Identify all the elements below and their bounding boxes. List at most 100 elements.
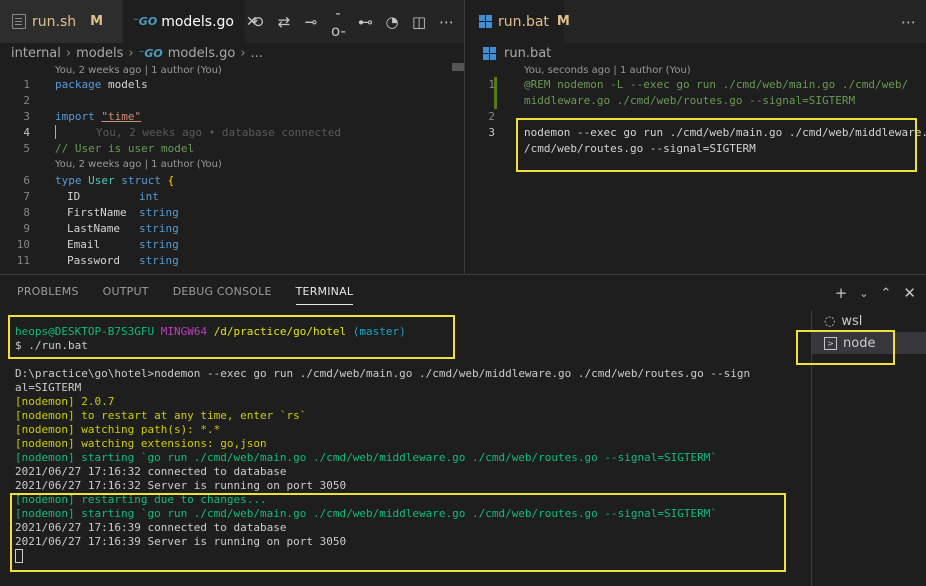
line-number: 11 bbox=[16, 254, 30, 267]
right-editor-group: run.bat M ⋯ run.bat You, seconds ago | 1… bbox=[465, 0, 926, 274]
struct-field-type: string bbox=[139, 254, 179, 267]
tab-debug-console[interactable]: DEBUG CONSOLE bbox=[173, 285, 272, 305]
linux-icon: ◌ bbox=[824, 313, 836, 329]
more-actions-icon[interactable]: ⋯ bbox=[901, 13, 916, 31]
bottom-panel: PROBLEMS OUTPUT DEBUG CONSOLE TERMINAL +… bbox=[0, 274, 926, 586]
struct-field-name: FirstName bbox=[67, 206, 127, 219]
more-actions-icon[interactable]: ⋯ bbox=[439, 13, 454, 31]
chevron-right-icon: › bbox=[128, 45, 134, 61]
terminal-line: 2021/06/27 17:16:32 connected to databas… bbox=[15, 465, 287, 478]
left-tab-bar: run.sh M ⁻GO models.go ✕ ⟲ ⇄ ⊸ -o- ⊷ ◔ ◫… bbox=[0, 0, 464, 43]
highlight-box bbox=[516, 118, 917, 172]
chevron-right-icon: › bbox=[65, 45, 72, 61]
editor-toolbar: ⋯ bbox=[901, 0, 916, 43]
chevron-right-icon: › bbox=[240, 45, 246, 61]
code-keyword: struct bbox=[114, 174, 161, 187]
tab-models-go[interactable]: ⁻GO models.go ✕ bbox=[123, 0, 258, 43]
go-file-icon: ⁻GO bbox=[138, 46, 163, 60]
line-number: 6 bbox=[23, 174, 30, 187]
code-keyword: type bbox=[55, 174, 82, 187]
timeline-icon[interactable]: ◔ bbox=[385, 13, 399, 31]
right-tab-bar: run.bat M ⋯ bbox=[465, 0, 926, 43]
struct-field-name: LastName bbox=[67, 222, 120, 235]
breadcrumb-item[interactable]: models.go bbox=[168, 46, 236, 61]
tab-terminal[interactable]: TERMINAL bbox=[295, 285, 354, 305]
code-brace: { bbox=[160, 174, 175, 187]
line-number: 2 bbox=[23, 94, 30, 107]
windows-batch-icon bbox=[479, 15, 492, 28]
close-panel-icon[interactable]: ✕ bbox=[903, 284, 916, 302]
code-identifier: models bbox=[101, 78, 148, 91]
tab-output[interactable]: OUTPUT bbox=[103, 285, 149, 305]
line-number: 1 bbox=[23, 78, 30, 91]
tab-label: models.go bbox=[161, 13, 234, 30]
breadcrumb-item[interactable]: ... bbox=[251, 46, 263, 61]
code-keyword: package bbox=[55, 78, 102, 91]
chevron-down-icon[interactable]: ⌄ bbox=[859, 287, 868, 300]
struct-field-type: string bbox=[139, 222, 179, 235]
terminal-line: [nodemon] watching path(s): *.* bbox=[15, 423, 221, 436]
tab-run-sh[interactable]: run.sh M bbox=[0, 0, 123, 43]
split-editor-icon[interactable]: ◫ bbox=[412, 13, 426, 31]
codelens-blame[interactable]: You, 2 weeks ago | 1 author (You) bbox=[55, 157, 222, 173]
modified-badge: M bbox=[556, 14, 570, 29]
tab-problems[interactable]: PROBLEMS bbox=[17, 285, 79, 305]
terminal-line: 2021/06/27 17:16:32 Server is running on… bbox=[15, 479, 347, 492]
line-number: 9 bbox=[23, 222, 30, 235]
terminal-line: [nodemon] watching extensions: go,json bbox=[15, 437, 267, 450]
line-number: 7 bbox=[23, 190, 30, 203]
git-commit-icon[interactable]: -o- bbox=[331, 4, 346, 40]
struct-field-type: string bbox=[139, 238, 179, 251]
tab-label: run.bat bbox=[498, 13, 549, 30]
breadcrumb-item[interactable]: models bbox=[76, 46, 123, 61]
terminal-item-wsl[interactable]: ◌ wsl bbox=[812, 310, 926, 332]
breadcrumb: internal › models › ⁻GO models.go › ... bbox=[0, 43, 464, 63]
line-number: 4 bbox=[23, 126, 30, 139]
breadcrumb-item[interactable]: internal bbox=[11, 46, 61, 61]
struct-field-type: int bbox=[139, 190, 159, 203]
git-commit-next-icon[interactable]: ⊷ bbox=[358, 13, 373, 31]
compare-changes-icon[interactable]: ⇄ bbox=[277, 13, 291, 31]
go-file-icon: ⁻GO bbox=[133, 15, 158, 28]
line-number: 10 bbox=[16, 238, 30, 251]
history-icon[interactable]: ⟲ bbox=[250, 13, 264, 31]
terminal-line: [nodemon] 2.0.7 bbox=[15, 395, 115, 408]
code-keyword: import bbox=[55, 110, 95, 123]
code-string: "time" bbox=[101, 110, 142, 123]
windows-batch-icon bbox=[483, 46, 496, 60]
struct-field-name: ID bbox=[67, 190, 81, 203]
line-number: 1 bbox=[488, 78, 495, 91]
terminal-label: wsl bbox=[841, 313, 863, 329]
new-terminal-icon[interactable]: + bbox=[835, 284, 848, 302]
highlight-box bbox=[796, 330, 895, 365]
scrollbar-thumb[interactable] bbox=[452, 63, 464, 71]
maximize-panel-icon[interactable]: ⌃ bbox=[881, 286, 892, 301]
left-editor-group: run.sh M ⁻GO models.go ✕ ⟲ ⇄ ⊸ -o- ⊷ ◔ ◫… bbox=[0, 0, 464, 274]
git-commit-prev-icon[interactable]: ⊸ bbox=[304, 13, 318, 31]
line-number: 2 bbox=[488, 110, 495, 123]
breadcrumb: run.bat bbox=[465, 43, 926, 63]
editor-toolbar: ⟲ ⇄ ⊸ -o- ⊷ ◔ ◫ ⋯ bbox=[250, 0, 454, 43]
breadcrumb-item[interactable]: run.bat bbox=[504, 46, 551, 61]
terminal-line: [nodemon] to restart at any time, enter … bbox=[15, 409, 307, 422]
highlight-box bbox=[8, 315, 455, 359]
modified-badge: M bbox=[90, 14, 104, 29]
terminal-line: al=SIGTERM bbox=[15, 381, 82, 394]
terminal-line: [nodemon] starting `go run ./cmd/web/mai… bbox=[15, 451, 717, 464]
code-comment: // User is user model bbox=[55, 142, 195, 155]
tab-run-bat[interactable]: run.bat M bbox=[465, 0, 570, 43]
terminal-line: D:\practice\go\hotel>nodemon --exec go r… bbox=[15, 367, 751, 380]
line-number: 5 bbox=[23, 142, 30, 155]
code-editor[interactable]: You, 2 weeks ago | 1 author (You) 1 packa… bbox=[0, 63, 464, 274]
panel-actions: + ⌄ ⌃ ✕ bbox=[835, 284, 916, 302]
line-number: 3 bbox=[23, 110, 30, 123]
code-comment: @REM nodemon -L --exec go run ./cmd/web/… bbox=[524, 78, 909, 91]
struct-field-type: string bbox=[139, 206, 179, 219]
panel-tabs: PROBLEMS OUTPUT DEBUG CONSOLE TERMINAL bbox=[17, 285, 354, 305]
code-editor[interactable]: You, seconds ago | 1 author (You) 1 @REM … bbox=[465, 63, 926, 274]
highlight-box bbox=[10, 493, 786, 572]
struct-field-name: Password bbox=[67, 254, 120, 267]
inline-blame: You, 2 weeks ago • database connected bbox=[96, 126, 342, 139]
line-number: 3 bbox=[488, 126, 495, 139]
tab-label: run.sh bbox=[32, 13, 77, 30]
